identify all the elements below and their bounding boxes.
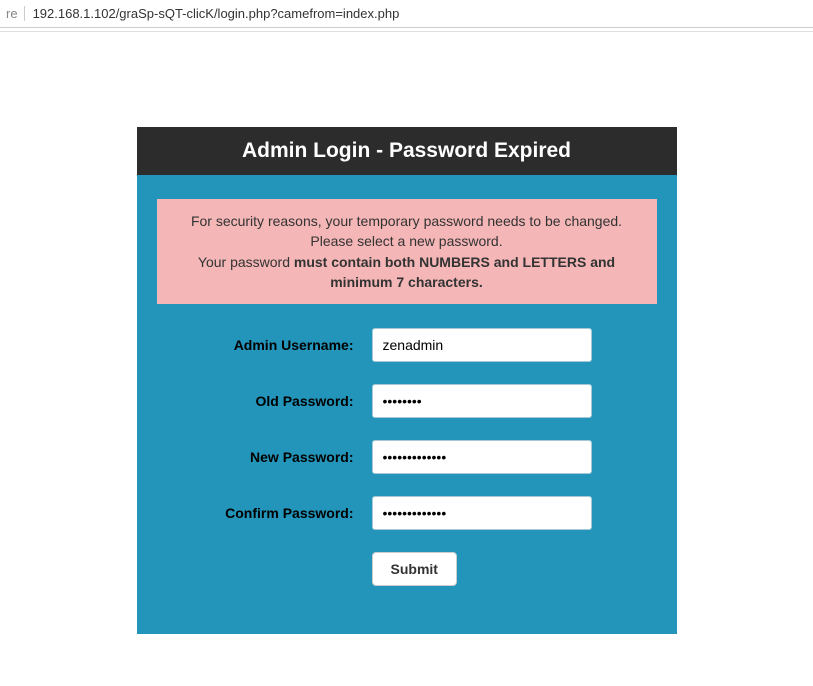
new-password-label: New Password: [157,449,372,465]
row-submit: Submit [157,552,657,586]
username-input[interactable] [372,328,592,362]
notice-line-2: Your password must contain both NUMBERS … [173,252,641,293]
page-title: Admin Login - Password Expired [137,127,677,175]
row-old-password: Old Password: [157,384,657,418]
old-password-input[interactable] [372,384,592,418]
login-form: Admin Username: Old Password: New Passwo… [157,328,657,586]
submit-button[interactable]: Submit [372,552,457,586]
notice-box: For security reasons, your temporary pas… [157,199,657,304]
old-password-label: Old Password: [157,393,372,409]
notice-bold: must contain both NUMBERS and LETTERS an… [294,254,615,290]
row-username: Admin Username: [157,328,657,362]
notice-prefix: Your password [198,254,294,270]
row-new-password: New Password: [157,440,657,474]
address-bar[interactable]: re 192.168.1.102/graSp-sQT-clicK/login.p… [0,4,813,23]
new-password-input[interactable] [372,440,592,474]
notice-line-1: For security reasons, your temporary pas… [173,211,641,252]
confirm-password-input[interactable] [372,496,592,530]
username-label: Admin Username: [157,337,372,353]
address-label: re [6,6,25,21]
row-confirm-password: Confirm Password: [157,496,657,530]
login-body: For security reasons, your temporary pas… [137,175,677,634]
address-url: 192.168.1.102/graSp-sQT-clicK/login.php?… [33,6,807,21]
browser-chrome: re 192.168.1.102/graSp-sQT-clicK/login.p… [0,0,813,28]
confirm-password-label: Confirm Password: [157,505,372,521]
login-panel: Admin Login - Password Expired For secur… [137,127,677,634]
